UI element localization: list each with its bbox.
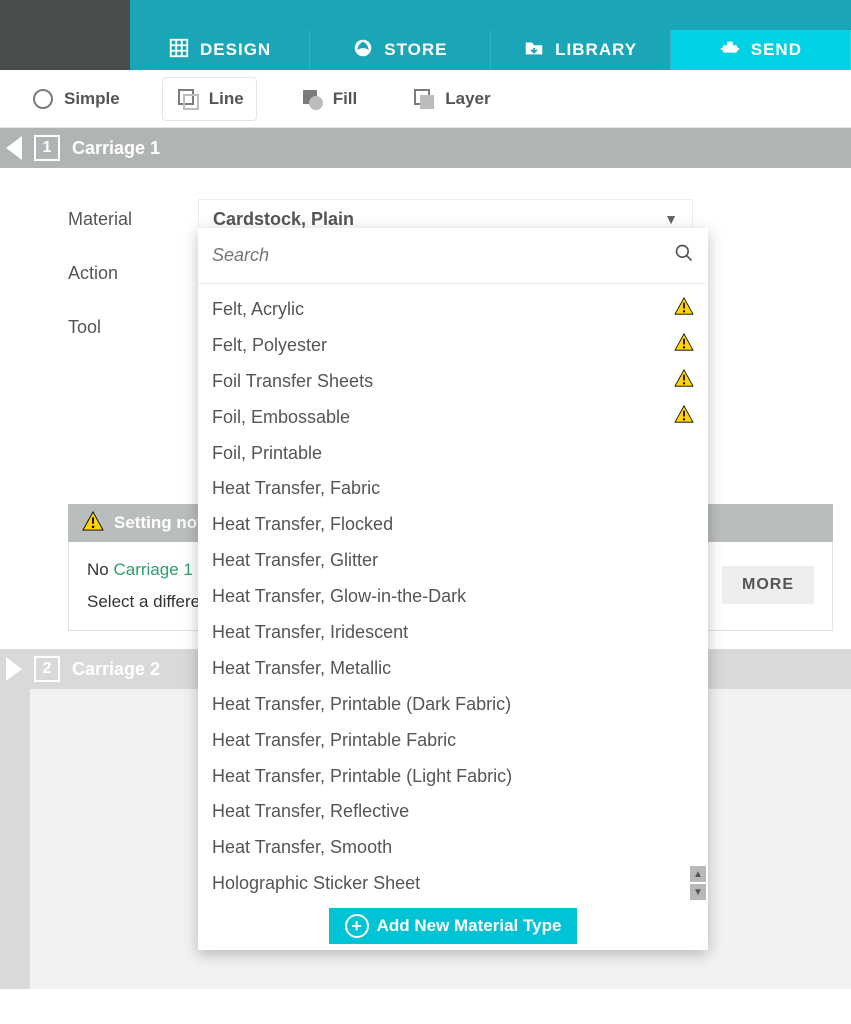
action-label: Action	[68, 263, 198, 284]
search-input[interactable]	[212, 245, 674, 266]
add-material-label: Add New Material Type	[377, 916, 562, 936]
warning-icon	[82, 511, 104, 536]
warning-icon	[674, 296, 694, 324]
nav-label: LIBRARY	[555, 40, 637, 60]
store-icon	[352, 37, 374, 64]
carriage-label: Carriage 2	[72, 659, 160, 680]
add-material-button[interactable]: + Add New Material Type	[329, 908, 578, 944]
material-name: Felt, Acrylic	[212, 296, 304, 324]
material-option[interactable]: Heat Transfer, Iridescent	[198, 615, 708, 651]
warning-icon	[674, 404, 694, 432]
subnav-label: Simple	[64, 89, 120, 109]
subnav-label: Line	[209, 89, 244, 109]
nav-store[interactable]: STORE	[310, 30, 490, 70]
material-option[interactable]: Foil Transfer Sheets	[198, 364, 708, 400]
subnav-layer[interactable]: Layer	[399, 78, 502, 120]
grid-icon	[168, 37, 190, 64]
carriage-1-header[interactable]: 1 Carriage 1	[0, 128, 851, 168]
carriage-number: 2	[34, 656, 60, 682]
material-name: Heat Transfer, Iridescent	[212, 619, 408, 647]
material-name: Heat Transfer, Reflective	[212, 798, 409, 826]
fill-icon	[299, 86, 325, 112]
nav-label: STORE	[384, 40, 447, 60]
subnav-simple[interactable]: Simple	[18, 78, 132, 120]
material-name: Heat Transfer, Smooth	[212, 834, 392, 862]
material-label: Material	[68, 209, 198, 230]
sub-nav: Simple Line Fill Layer	[0, 70, 851, 128]
material-name: Heat Transfer, Glitter	[212, 547, 378, 575]
material-option[interactable]: Heat Transfer, Smooth	[198, 830, 708, 866]
search-row	[198, 228, 708, 284]
material-option[interactable]: Felt, Acrylic	[198, 292, 708, 328]
circle-icon	[30, 86, 56, 112]
material-option[interactable]: Heat Transfer, Printable Fabric	[198, 723, 708, 759]
material-option[interactable]: Heat Transfer, Fabric	[198, 471, 708, 507]
nav-left-pad	[0, 30, 130, 70]
warning-icon	[674, 368, 694, 396]
material-name: Heat Transfer, Glow-in-the-Dark	[212, 583, 466, 611]
top-nav: DESIGN STORE LIBRARY SEND	[0, 30, 851, 70]
material-name: Foil, Embossable	[212, 404, 350, 432]
line-icon	[175, 86, 201, 112]
material-option[interactable]: Heat Transfer, Printable (Dark Fabric)	[198, 687, 708, 723]
material-name: Heat Transfer, Printable Fabric	[212, 727, 456, 755]
nav-label: DESIGN	[200, 40, 271, 60]
scroll-buttons: ▲ ▼	[690, 866, 706, 900]
send-icon	[719, 37, 741, 64]
carriage-label: Carriage 1	[72, 138, 160, 159]
material-option[interactable]: Heat Transfer, Metallic	[198, 651, 708, 687]
plus-icon: +	[345, 914, 369, 938]
scroll-down-button[interactable]: ▼	[690, 884, 706, 900]
window-top-strip	[0, 0, 851, 30]
layer-icon	[411, 86, 437, 112]
material-name: Heat Transfer, Metallic	[212, 655, 391, 683]
material-name: Heat Transfer, Flocked	[212, 511, 393, 539]
nav-label: SEND	[751, 40, 802, 60]
material-name: Heat Transfer, Fabric	[212, 475, 380, 503]
scroll-up-button[interactable]: ▲	[690, 866, 706, 882]
material-option[interactable]: Heat Transfer, Glow-in-the-Dark	[198, 579, 708, 615]
material-name: Felt, Polyester	[212, 332, 327, 360]
material-option[interactable]: Felt, Polyester	[198, 328, 708, 364]
carriage-link[interactable]: Carriage 1	[113, 560, 192, 579]
material-option[interactable]: Heat Transfer, Flocked	[198, 507, 708, 543]
nav-library[interactable]: LIBRARY	[491, 30, 671, 70]
subnav-label: Layer	[445, 89, 490, 109]
carriage-number: 1	[34, 135, 60, 161]
material-option[interactable]: Heat Transfer, Glitter	[198, 543, 708, 579]
material-option[interactable]: Heat Transfer, Reflective	[198, 794, 708, 830]
chevron-down-icon: ▼	[664, 211, 678, 227]
material-name: Foil Transfer Sheets	[212, 368, 373, 396]
nav-design[interactable]: DESIGN	[130, 30, 310, 70]
folder-icon	[523, 37, 545, 64]
chevron-left-icon	[6, 136, 22, 160]
material-name: Heat Transfer, Printable (Light Fabric)	[212, 763, 512, 791]
material-dropdown-list: Felt, Acrylic Felt, Polyester Foil Transfe…	[198, 228, 708, 950]
material-value: Cardstock, Plain	[213, 209, 354, 230]
material-name: Foil, Printable	[212, 440, 322, 468]
subnav-fill[interactable]: Fill	[287, 78, 370, 120]
tool-label: Tool	[68, 317, 198, 338]
material-option[interactable]: Foil, Printable	[198, 436, 708, 472]
material-option[interactable]: Foil, Embossable	[198, 400, 708, 436]
warning-icon	[674, 332, 694, 360]
material-option[interactable]: Holographic Sticker Sheet	[198, 866, 708, 902]
subnav-line[interactable]: Line	[162, 77, 257, 121]
more-button[interactable]: MORE	[722, 566, 814, 604]
material-option[interactable]: Heat Transfer, Printable (Light Fabric)	[198, 759, 708, 795]
nav-send[interactable]: SEND	[671, 30, 851, 70]
material-name: Heat Transfer, Printable (Dark Fabric)	[212, 691, 511, 719]
search-icon[interactable]	[674, 243, 694, 268]
material-name: Holographic Sticker Sheet	[212, 870, 420, 898]
subnav-label: Fill	[333, 89, 358, 109]
chevron-right-icon	[6, 657, 22, 681]
